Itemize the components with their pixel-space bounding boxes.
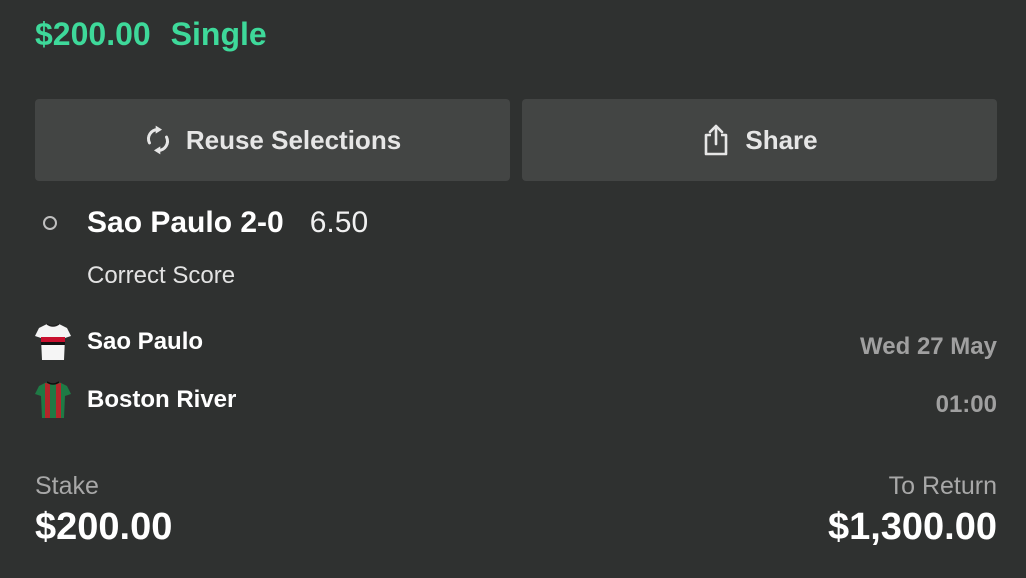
reuse-selections-label: Reuse Selections	[185, 124, 402, 155]
away-team-row: Boston River	[35, 380, 236, 420]
selection-name: Sao Paulo 2-0	[87, 206, 284, 239]
event-time: 01:00	[935, 391, 997, 418]
share-label: Share	[745, 124, 818, 155]
stake-value: $200.00	[35, 506, 173, 548]
selection-row: Sao Paulo 2-0 6.50	[43, 206, 368, 240]
selection-status-icon	[43, 216, 57, 230]
stake-label: Stake	[35, 472, 99, 500]
share-button[interactable]: Share	[522, 99, 997, 181]
selection-odds: 6.50	[309, 206, 369, 239]
home-jersey-icon	[35, 322, 71, 362]
refresh-icon	[144, 125, 172, 155]
return-value: $1,300.00	[827, 506, 997, 548]
bet-type: Single	[170, 16, 267, 52]
home-team-name: Sao Paulo	[87, 328, 204, 355]
home-team-row: Sao Paulo	[35, 322, 203, 362]
away-team-name: Boston River	[87, 386, 237, 413]
event-date: Wed 27 May	[860, 333, 997, 360]
bet-header: $200.00 Single	[35, 16, 267, 53]
reuse-selections-button[interactable]: Reuse Selections	[35, 99, 510, 181]
bet-amount: $200.00	[35, 16, 151, 52]
return-label: To Return	[888, 472, 997, 500]
share-icon	[701, 123, 731, 157]
market-name: Correct Score	[87, 262, 236, 289]
away-jersey-icon	[35, 380, 71, 420]
